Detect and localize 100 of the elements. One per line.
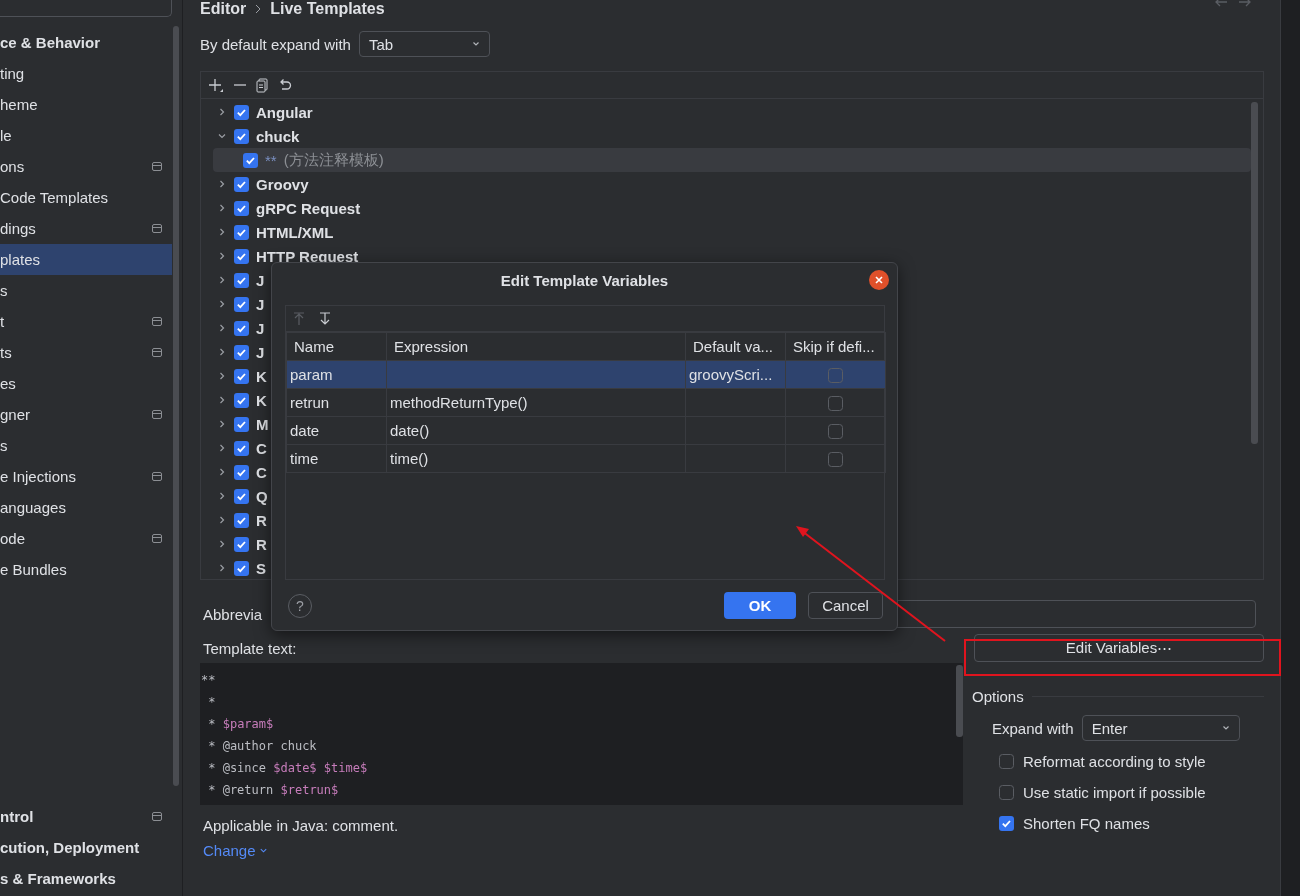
expand-dropdown[interactable]: Enter	[1081, 715, 1240, 741]
sidebar-item[interactable]: e Bundles	[0, 554, 172, 585]
column-header[interactable]: Skip if defi...	[785, 332, 886, 361]
sidebar-item[interactable]: s & Frameworks	[0, 863, 172, 894]
sidebar-item[interactable]: e Injections	[0, 461, 172, 492]
checkbox-label[interactable]: Reformat according to style	[1023, 753, 1206, 770]
sidebar-item[interactable]: gner	[0, 399, 172, 430]
sidebar-item[interactable]: plates	[0, 244, 172, 275]
chevron-icon[interactable]	[217, 179, 227, 189]
sidebar-item[interactable]: heme	[0, 89, 172, 120]
group-label[interactable]: C	[256, 463, 267, 481]
checkbox[interactable]	[234, 320, 249, 336]
sidebar-item[interactable]: le	[0, 120, 172, 151]
scrollbar[interactable]	[1251, 102, 1258, 444]
scrollbar[interactable]	[956, 665, 963, 737]
checkbox[interactable]	[234, 368, 249, 384]
checkbox-label[interactable]: Shorten FQ names	[1023, 815, 1150, 832]
column-header[interactable]: Expression	[386, 332, 686, 361]
checkbox[interactable]	[234, 488, 249, 504]
group-label[interactable]: J	[256, 319, 265, 337]
checkbox[interactable]	[234, 296, 249, 312]
sidebar-item[interactable]: ons	[0, 151, 172, 182]
checkbox[interactable]	[234, 128, 249, 144]
ok-button[interactable]: OK	[724, 592, 796, 619]
group-label[interactable]: R	[256, 511, 267, 529]
group-label[interactable]: Groovy	[256, 175, 309, 193]
checkbox[interactable]	[234, 224, 249, 240]
sidebar-item[interactable]: t	[0, 306, 172, 337]
chevron-icon[interactable]	[217, 515, 227, 525]
checkbox[interactable]	[234, 392, 249, 408]
change-link[interactable]: Change	[200, 838, 271, 863]
sidebar-item[interactable]: dings	[0, 213, 172, 244]
sidebar-item[interactable]: s	[0, 430, 172, 461]
search-field[interactable]	[0, 0, 172, 17]
checkbox[interactable]	[234, 176, 249, 192]
sidebar-item[interactable]: es	[0, 368, 172, 399]
sidebar-item[interactable]: ts	[0, 337, 172, 368]
checkbox[interactable]	[243, 152, 258, 168]
back-arrow-icon[interactable]	[1214, 0, 1228, 7]
chevron-icon[interactable]	[217, 395, 227, 405]
group-label[interactable]: HTML/XML	[256, 223, 334, 241]
group-label[interactable]: J	[256, 343, 265, 361]
add-icon[interactable]	[207, 77, 225, 93]
chevron-icon[interactable]	[217, 563, 227, 573]
checkbox[interactable]	[234, 104, 249, 120]
chevron-icon[interactable]	[217, 443, 227, 453]
group-label[interactable]: S	[256, 559, 266, 577]
sidebar-item[interactable]: s	[0, 275, 172, 306]
checkbox[interactable]	[828, 396, 843, 412]
template-row[interactable]: ** (方法注释模板)	[213, 148, 1251, 172]
close-button[interactable]	[869, 270, 889, 290]
group-label[interactable]: chuck	[256, 127, 300, 145]
checkbox[interactable]	[234, 512, 249, 528]
checkbox[interactable]	[828, 368, 843, 384]
group-label[interactable]: J	[256, 295, 265, 313]
copy-icon[interactable]	[255, 77, 269, 93]
breadcrumb-item[interactable]: Live Templates	[270, 0, 385, 18]
chevron-icon[interactable]	[217, 107, 227, 117]
sidebar-item[interactable]: ce & Behavior	[0, 27, 172, 58]
chevron-icon[interactable]	[217, 491, 227, 501]
checkbox[interactable]	[234, 272, 249, 288]
group-label[interactable]: Q	[256, 487, 268, 505]
column-header[interactable]: Default va...	[685, 332, 786, 361]
chevron-icon[interactable]	[217, 323, 227, 333]
checkbox[interactable]	[999, 785, 1014, 800]
sidebar-item[interactable]: ode	[0, 523, 172, 554]
chevron-icon[interactable]	[217, 467, 227, 477]
sidebar-item[interactable]: anguages	[0, 492, 172, 523]
move-up-icon[interactable]	[292, 310, 306, 327]
chevron-icon[interactable]	[217, 251, 227, 261]
checkbox[interactable]	[999, 754, 1014, 769]
chevron-icon[interactable]	[217, 419, 227, 429]
group-label[interactable]: K	[256, 391, 267, 409]
checkbox[interactable]	[234, 344, 249, 360]
checkbox-label[interactable]: Use static import if possible	[1023, 784, 1206, 801]
group-label[interactable]: J	[256, 271, 265, 289]
checkbox[interactable]	[234, 440, 249, 456]
checkbox[interactable]	[234, 536, 249, 552]
forward-arrow-icon[interactable]	[1238, 0, 1252, 7]
group-label[interactable]: M	[256, 415, 269, 433]
breadcrumb-item[interactable]: Editor	[200, 0, 247, 18]
group-label[interactable]: K	[256, 367, 267, 385]
scrollbar[interactable]	[173, 26, 179, 786]
expand-dropdown[interactable]: Tab	[358, 31, 490, 57]
checkbox[interactable]	[999, 816, 1014, 831]
sidebar-item[interactable]: ntrol	[0, 801, 172, 832]
chevron-icon[interactable]	[217, 299, 227, 309]
sidebar-item[interactable]: cution, Deployment	[0, 832, 172, 863]
checkbox[interactable]	[234, 248, 249, 264]
group-label[interactable]: R	[256, 535, 267, 553]
chevron-icon[interactable]	[217, 275, 227, 285]
move-down-icon[interactable]	[318, 310, 332, 327]
chevron-icon[interactable]	[217, 203, 227, 213]
chevron-icon[interactable]	[217, 371, 227, 381]
group-label[interactable]: C	[256, 439, 267, 457]
group-label[interactable]: Angular	[256, 103, 313, 121]
column-header[interactable]: Name	[286, 332, 387, 361]
cancel-button[interactable]: Cancel	[808, 592, 883, 619]
chevron-icon[interactable]	[217, 539, 227, 549]
chevron-icon[interactable]	[217, 227, 227, 237]
